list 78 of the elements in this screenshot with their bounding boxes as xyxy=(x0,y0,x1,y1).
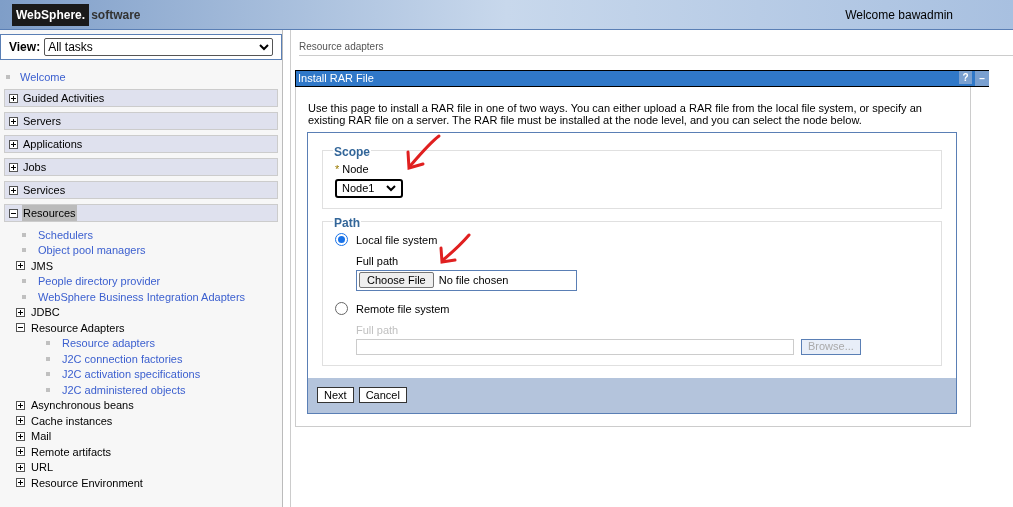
nav-group[interactable]: URL xyxy=(31,459,53,476)
bullet-icon xyxy=(6,75,10,79)
chevron-down-icon xyxy=(259,43,269,51)
nav-link[interactable]: Resource adapters xyxy=(62,335,155,352)
nav-section-label[interactable]: Jobs xyxy=(22,158,48,176)
view-select[interactable]: All tasks xyxy=(44,38,273,56)
welcome-text: Welcome bawadmin xyxy=(845,6,953,24)
expand-icon[interactable] xyxy=(16,261,25,271)
view-label: View: xyxy=(9,39,41,56)
nav-section-label[interactable]: Services xyxy=(22,181,67,199)
nav-section-label[interactable]: Guided Activities xyxy=(22,89,106,107)
nav-link[interactable]: J2C administered objects xyxy=(62,381,186,398)
nav-section-header[interactable]: Servers xyxy=(4,112,278,130)
nav-section-label[interactable]: Resources xyxy=(22,204,77,222)
bullet-icon xyxy=(22,279,26,284)
nav-group[interactable]: Resource Adapters xyxy=(31,319,125,336)
logo-text: WebSphere. xyxy=(12,3,90,26)
nav-section-header[interactable]: Applications xyxy=(4,135,278,153)
expand-icon[interactable] xyxy=(9,185,18,195)
bullet-icon xyxy=(46,372,50,377)
bullet-icon xyxy=(46,387,50,392)
nav-section-header[interactable]: Jobs xyxy=(4,158,278,176)
expand-icon[interactable] xyxy=(9,162,18,172)
nav-group[interactable]: JMS xyxy=(31,257,53,274)
radio-label: Local file system xyxy=(356,232,438,248)
radio-label: Remote file system xyxy=(356,301,450,317)
nav-group[interactable]: Resource Environment xyxy=(31,474,143,491)
nav-section-label[interactable]: Applications xyxy=(22,135,84,153)
nav-section-header[interactable]: Services xyxy=(4,181,278,199)
nav-group[interactable]: Remote artifacts xyxy=(31,443,112,460)
panel-title: Install RAR File xyxy=(298,71,374,87)
form-button[interactable]: Next xyxy=(317,387,354,403)
nav-link[interactable]: Schedulers xyxy=(38,226,94,243)
path-input[interactable] xyxy=(356,338,794,355)
nav-link[interactable]: WebSphere Business Integration Adapters xyxy=(38,288,246,305)
field-label: Full path xyxy=(356,323,400,338)
node-select[interactable]: Node1 xyxy=(335,178,403,198)
nav-section-header[interactable]: Guided Activities xyxy=(4,89,278,107)
bullet-icon xyxy=(22,232,26,237)
nav-group[interactable]: Asynchronous beans xyxy=(31,397,134,414)
nav-section-label[interactable]: Servers xyxy=(22,112,62,130)
nav-link[interactable]: J2C connection factories xyxy=(62,350,183,367)
file-input[interactable]: Choose File No file chosen xyxy=(356,269,577,291)
product-text: software xyxy=(91,6,141,24)
arrow-annotation-icon xyxy=(437,231,473,266)
bullet-icon xyxy=(22,248,26,253)
nav-group[interactable]: JDBC xyxy=(31,304,60,321)
expand-icon[interactable] xyxy=(16,307,25,317)
expand-icon[interactable] xyxy=(16,462,25,472)
nav-link[interactable]: People directory provider xyxy=(38,273,161,290)
breadcrumb-text: Resource adapters xyxy=(299,39,1013,56)
expand-icon[interactable] xyxy=(16,478,25,488)
nav-group[interactable]: Cache instances xyxy=(31,412,113,429)
expand-icon[interactable] xyxy=(16,447,25,457)
nav-link[interactable]: Object pool managers xyxy=(38,242,146,259)
nav-section-header[interactable]: Resources xyxy=(4,204,278,222)
nav-link[interactable]: Welcome xyxy=(20,68,66,86)
required-mark: * xyxy=(335,162,340,177)
expand-icon[interactable] xyxy=(9,139,18,149)
bullet-icon xyxy=(46,356,50,361)
bullet-icon xyxy=(46,341,50,346)
description-text: Use this page to install a RAR file in one of two ways. You can either upload a RAR file from the local file system, or specify an existing RAR file on a server. The RAR file must be installed at the node level, and you can select the node below. xyxy=(308,102,923,126)
expand-icon[interactable] xyxy=(16,416,25,426)
form-button[interactable]: Cancel xyxy=(358,387,407,403)
expand-icon[interactable] xyxy=(16,400,25,410)
nav-group[interactable]: Mail xyxy=(31,428,52,445)
node-label: Node xyxy=(342,162,369,177)
choose-file-button[interactable]: Choose File xyxy=(359,272,434,288)
collapse-icon[interactable] xyxy=(16,323,25,333)
bullet-icon xyxy=(22,294,26,299)
expand-icon[interactable] xyxy=(16,431,25,441)
expand-icon[interactable] xyxy=(9,116,18,126)
nav-link[interactable]: J2C activation specifications xyxy=(62,366,201,383)
chevron-down-icon xyxy=(386,184,396,192)
expand-icon[interactable] xyxy=(9,93,18,103)
collapse-icon[interactable] xyxy=(9,208,18,218)
file-status-text: No file chosen xyxy=(438,272,509,288)
field-label: Full path xyxy=(356,254,400,269)
